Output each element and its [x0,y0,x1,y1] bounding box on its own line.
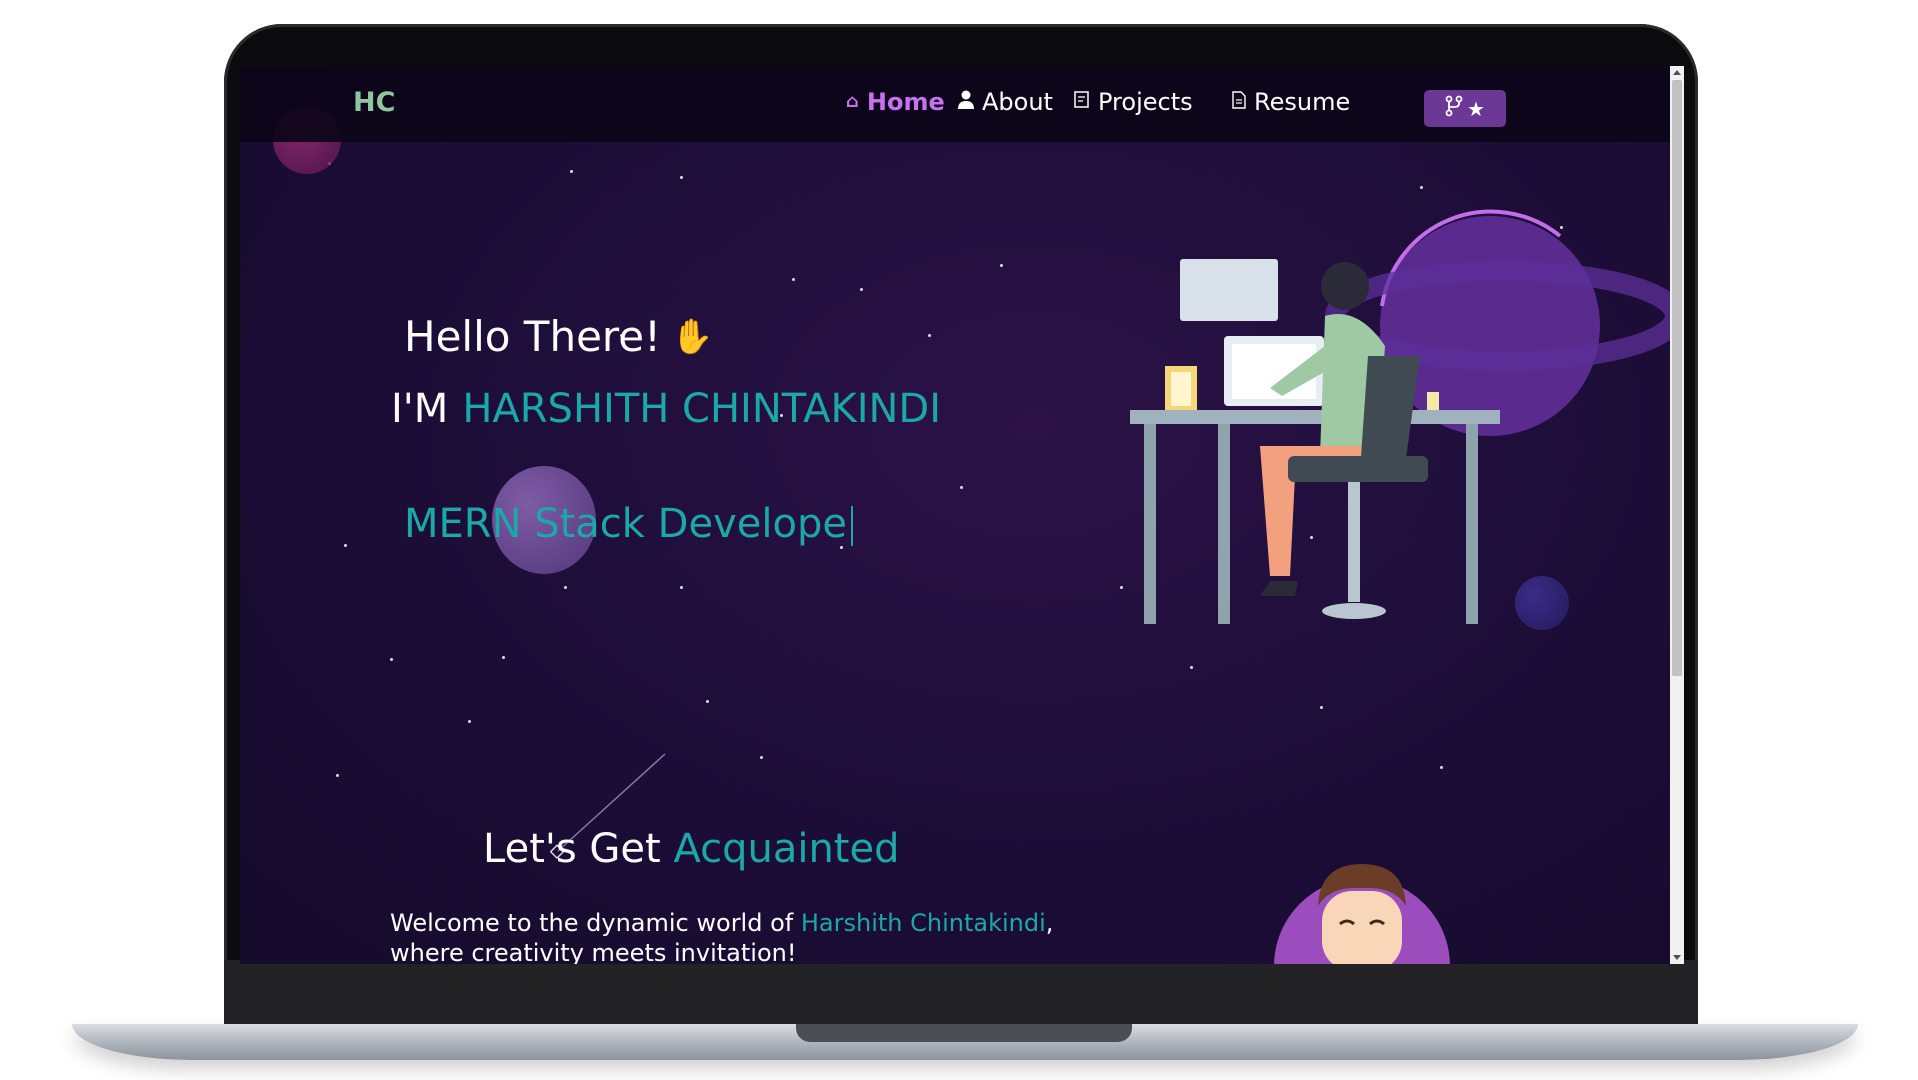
hero-name: HARSHITH CHINTAKINDI [462,386,942,432]
star-dot [680,586,683,589]
home-icon: ⌂ [846,91,859,112]
star-dot [960,486,963,489]
typewriter-text: MERN Stack Develope [404,501,847,547]
star-dot [706,700,709,703]
welcome-suffix: , [1045,909,1054,937]
star-dot [468,720,471,723]
developer-illustration [1130,209,1670,624]
hero-im-prefix: I'M [391,386,449,432]
scroll-down-arrow-icon[interactable] [1673,955,1681,960]
star-dot [336,774,339,777]
hero-greeting: Hello There! ✋ [404,312,713,361]
typewriter-cursor [850,506,853,546]
star-dot [502,656,505,659]
navbar: HC ⌂ Home About Projects Resume ★ [240,66,1670,142]
nav-projects[interactable]: Projects [1074,88,1193,116]
star-dot [792,278,795,281]
star-dot [760,756,763,759]
laptop-bottom-bezel [224,960,1698,1026]
browser-viewport: HC ⌂ Home About Projects Resume ★ Hello … [240,66,1684,964]
star-icon: ★ [1467,96,1485,121]
star-dot [344,544,347,547]
user-icon [958,90,974,114]
star-dot [1440,766,1443,769]
page-scrollbar[interactable] [1670,66,1684,964]
hero-name-line: I'M HARSHITH CHINTAKINDI [391,386,941,432]
welcome-prefix: Welcome to the dynamic world of [390,909,794,937]
heading-prefix: Let's Get [483,826,661,872]
star-dot [570,170,573,173]
nav-projects-label: Projects [1098,88,1193,116]
hero-greeting-text: Hello There! [404,312,661,361]
star-dot [1000,264,1003,267]
git-fork-icon [1445,95,1463,122]
document-icon [1232,91,1246,113]
welcome-line-2: where creativity meets invitation! [390,939,797,964]
heading-highlight: Acquainted [673,826,900,872]
site-logo[interactable]: HC [353,87,395,118]
nav-home-label: Home [866,88,945,116]
nav-resume[interactable]: Resume [1232,88,1350,116]
nav-about-label: About [982,88,1053,116]
avatar [1274,864,1450,964]
star-dot [390,658,393,661]
projects-icon [1074,91,1090,113]
welcome-name: Harshith Chintakindi [800,909,1046,937]
star-dot [928,334,931,337]
typewriter-role: MERN Stack Develope [404,501,853,547]
star-dot [860,288,863,291]
nav-about[interactable]: About [958,88,1053,116]
nav-resume-label: Resume [1254,88,1351,116]
laptop-notch [796,1024,1132,1042]
waving-hand-icon: ✋ [670,316,714,357]
star-dot [680,176,683,179]
star-dot [1320,706,1323,709]
scroll-up-arrow-icon[interactable] [1673,70,1681,75]
github-fork-button[interactable]: ★ [1424,90,1506,127]
section-heading: Let's Get Acquainted [483,826,900,872]
star-dot [564,586,567,589]
welcome-paragraph: Welcome to the dynamic world of Harshith… [390,908,1090,964]
nav-home[interactable]: ⌂ Home [846,88,945,116]
scrollbar-thumb[interactable] [1672,80,1682,676]
